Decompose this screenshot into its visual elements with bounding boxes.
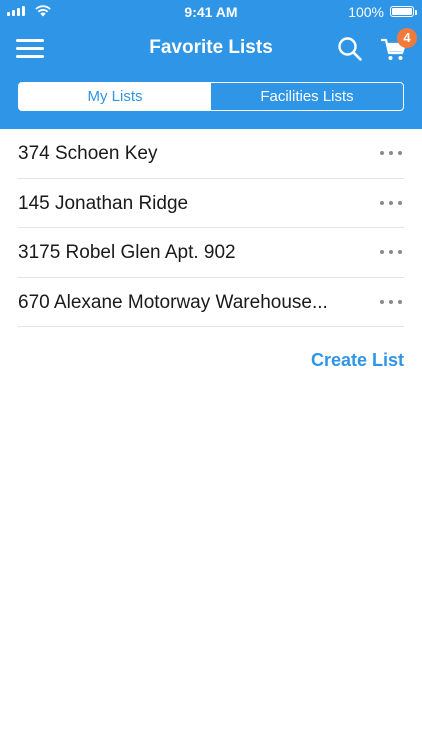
list-item[interactable]: 374 Schoen Key xyxy=(18,129,404,179)
battery-icon xyxy=(390,6,417,17)
list-item[interactable]: 145 Jonathan Ridge xyxy=(18,179,404,228)
more-options-icon[interactable] xyxy=(380,299,402,305)
list-type-segmented-control: My Lists Facilities Lists xyxy=(18,82,404,111)
search-icon[interactable] xyxy=(337,36,363,62)
list-item-name: 3175 Robel Glen Apt. 902 xyxy=(18,242,236,263)
list-item-name: 374 Schoen Key xyxy=(18,143,158,164)
favorite-lists: 374 Schoen Key 145 Jonathan Ridge 3175 R… xyxy=(0,129,422,327)
list-item[interactable]: 670 Alexane Motorway Warehouse... xyxy=(18,278,404,327)
list-item-name: 670 Alexane Motorway Warehouse... xyxy=(18,291,328,313)
tab-facilities-lists[interactable]: Facilities Lists xyxy=(211,83,403,110)
app-header: 9:41 AM 100% Favorite Lists 4 My Lists F… xyxy=(0,0,422,129)
battery-percent: 100% xyxy=(348,4,384,20)
cart-count-badge: 4 xyxy=(397,28,417,48)
more-options-icon[interactable] xyxy=(380,250,402,255)
create-list-button[interactable]: Create List xyxy=(311,350,404,371)
tab-my-lists[interactable]: My Lists xyxy=(19,83,211,110)
status-bar: 9:41 AM 100% xyxy=(0,0,422,24)
more-options-icon[interactable] xyxy=(380,200,402,206)
more-options-icon[interactable] xyxy=(380,151,402,156)
list-item-name: 145 Jonathan Ridge xyxy=(18,192,189,214)
list-item[interactable]: 3175 Robel Glen Apt. 902 xyxy=(18,228,404,278)
